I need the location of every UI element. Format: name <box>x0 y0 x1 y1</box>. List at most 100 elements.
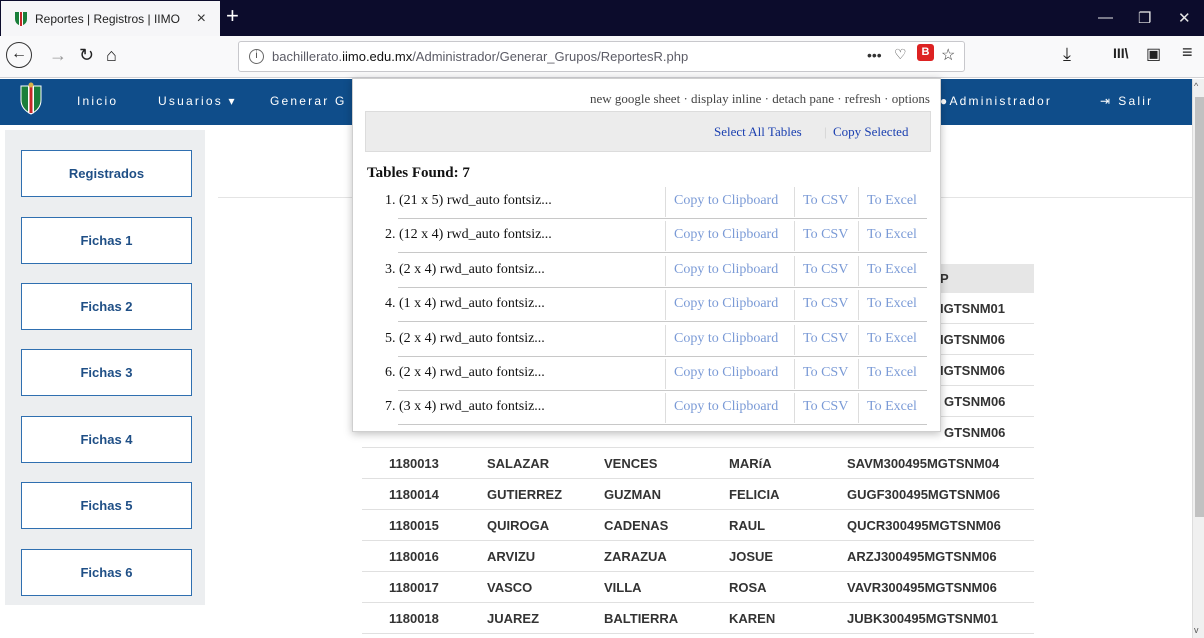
tab-close-icon[interactable]: × <box>197 10 206 28</box>
reload-icon[interactable]: ↻ <box>79 45 94 66</box>
table-header-partial: P <box>940 271 949 286</box>
home-icon[interactable]: ⌂ <box>106 45 117 66</box>
sidebar-button-fichas-1[interactable]: Fichas 1 <box>21 217 192 264</box>
menu-icon[interactable]: ≡ <box>1182 42 1193 63</box>
scroll-up-icon[interactable]: ^ <box>1194 81 1198 91</box>
to-csv-link[interactable]: To CSV <box>803 365 848 381</box>
to-excel-link[interactable]: To Excel <box>867 227 917 243</box>
nav-administrador[interactable]: ●Administrador <box>940 94 1052 108</box>
separator <box>794 255 795 286</box>
browser-navbar: ← → ↻ ⌂ i bachillerato. iimo.edu.mx/Admin… <box>0 36 1204 78</box>
popup-top-links[interactable]: new google sheet · display inline · deta… <box>590 91 930 107</box>
copy-selected-link[interactable]: Copy Selected <box>833 124 908 140</box>
page-actions-icon[interactable]: ••• <box>867 47 882 63</box>
tab-title: Reportes | Registros | IIMO <box>35 11 180 26</box>
logout-icon: ⇥ <box>1100 94 1113 108</box>
site-info-icon[interactable]: i <box>249 49 264 64</box>
nav-salir[interactable]: ⇥ Salir <box>1100 94 1153 108</box>
url-bar[interactable]: i bachillerato. iimo.edu.mx/Administrador… <box>238 41 965 72</box>
to-excel-link[interactable]: To Excel <box>867 331 917 347</box>
browser-titlebar: Reportes | Registros | IIMO × + — ❐ ✕ <box>0 0 1204 36</box>
table-cell: SAVM300495MGTSNM04 <box>847 456 1000 471</box>
sidebar-button-fichas-3[interactable]: Fichas 3 <box>21 349 192 396</box>
bookmark-star-icon[interactable]: ☆ <box>941 45 955 65</box>
nav-inicio[interactable]: Inicio <box>77 94 118 108</box>
library-icon[interactable]: III\ <box>1113 45 1129 61</box>
copy-to-clipboard-link[interactable]: Copy to Clipboard <box>674 227 778 243</box>
table-cell: KAREN <box>729 611 776 626</box>
popup-table-row: 1. (21 x 5) rwd_auto fontsiz... Copy to C… <box>385 185 927 219</box>
url-path: /Administrador/Generar_Grupos/ReportesR.… <box>412 49 689 64</box>
table-capture-extension-icon[interactable]: B <box>917 44 934 61</box>
sidebar-button-fichas-6[interactable]: Fichas 6 <box>21 549 192 596</box>
downloads-icon[interactable]: ⤓ <box>1063 44 1071 65</box>
forward-icon[interactable]: → <box>49 45 67 66</box>
copy-to-clipboard-link[interactable]: Copy to Clipboard <box>674 296 778 312</box>
copy-to-clipboard-link[interactable]: Copy to Clipboard <box>674 365 778 381</box>
table-cell: ARVIZU <box>487 549 536 564</box>
popup-table-row: 7. (3 x 4) rwd_auto fontsiz... Copy to Cl… <box>385 391 927 426</box>
nav-usuarios[interactable]: Usuarios ▾ <box>158 94 237 108</box>
window-close-icon[interactable]: ✕ <box>1178 9 1191 27</box>
sidebar-button-fichas-5[interactable]: Fichas 5 <box>21 482 192 529</box>
to-excel-link[interactable]: To Excel <box>867 296 917 312</box>
popup-table-row: 5. (2 x 4) rwd_auto fontsiz... Copy to Cl… <box>385 323 927 357</box>
school-logo-icon[interactable] <box>19 82 43 116</box>
separator <box>794 393 795 424</box>
pocket-icon[interactable]: ♡ <box>894 46 907 63</box>
separator <box>665 221 666 252</box>
new-tab-button[interactable]: + <box>226 5 239 27</box>
table-cell: JOSUE <box>729 549 774 564</box>
copy-to-clipboard-link[interactable]: Copy to Clipboard <box>674 193 778 209</box>
back-icon[interactable]: ← <box>6 42 32 68</box>
to-excel-link[interactable]: To Excel <box>867 262 917 278</box>
restore-icon[interactable]: ❐ <box>1138 9 1151 27</box>
popup-toolbar: Select All Tables | Copy Selected <box>365 111 931 152</box>
table-cell: 1180016 <box>389 549 439 564</box>
separator <box>665 393 666 424</box>
sidebar-button-registrados[interactable]: Registrados <box>21 150 192 197</box>
to-excel-link[interactable]: To Excel <box>867 365 917 381</box>
sidebar-button-fichas-2[interactable]: Fichas 2 <box>21 283 192 330</box>
sidebar-button-fichas-4[interactable]: Fichas 4 <box>21 416 192 463</box>
to-csv-link[interactable]: To CSV <box>803 262 848 278</box>
to-csv-link[interactable]: To CSV <box>803 227 848 243</box>
separator <box>794 187 795 217</box>
scroll-down-icon[interactable]: v <box>1194 625 1199 635</box>
table-cell: IGTSNM01 <box>940 301 1006 316</box>
to-excel-link[interactable]: To Excel <box>867 399 917 415</box>
popup-table-label: 7. (3 x 4) rwd_auto fontsiz... <box>385 399 545 415</box>
select-all-tables-link[interactable]: Select All Tables <box>714 124 802 140</box>
url-domain: iimo.edu.mx <box>342 49 413 64</box>
to-csv-link[interactable]: To CSV <box>803 331 848 347</box>
table-cell: ARZJ300495MGTSNM06 <box>847 549 997 564</box>
to-csv-link[interactable]: To CSV <box>803 296 848 312</box>
table-row: 1180016 ARVIZU ZARAZUA JOSUE ARZJ300495MGTSN… <box>362 541 1034 572</box>
nav-generar-grupos[interactable]: Generar G <box>270 94 347 108</box>
popup-table-label: 6. (2 x 4) rwd_auto fontsiz... <box>385 365 545 380</box>
copy-to-clipboard-link[interactable]: Copy to Clipboard <box>674 399 778 415</box>
copy-to-clipboard-link[interactable]: Copy to Clipboard <box>674 331 778 347</box>
table-cell: JUBK300495MGTSNM01 <box>847 611 999 626</box>
table-cell: VASCO <box>487 580 533 595</box>
table-cell: CADENAS <box>604 518 669 533</box>
to-csv-link[interactable]: To CSV <box>803 193 848 209</box>
page-scrollbar[interactable]: ^ v <box>1192 79 1204 638</box>
popup-table-label: 3. (2 x 4) rwd_auto fontsiz... <box>385 261 545 277</box>
table-cell: 1180018 <box>389 611 439 626</box>
table-cell: VAVR300495MGTSNM06 <box>847 580 997 595</box>
table-cell: GTSNM06 <box>944 394 1006 409</box>
scrollbar-thumb[interactable] <box>1195 97 1204 517</box>
separator <box>794 290 795 321</box>
table-cell: VENCES <box>604 456 658 471</box>
popup-table-row: 3. (2 x 4) rwd_auto fontsiz... Copy to Cl… <box>385 254 927 288</box>
separator <box>858 221 859 252</box>
popup-table-label: 2. (12 x 4) rwd_auto fontsiz... <box>385 227 552 243</box>
minimize-icon[interactable]: — <box>1098 9 1113 26</box>
copy-to-clipboard-link[interactable]: Copy to Clipboard <box>674 262 778 278</box>
table-cell: ROSA <box>729 580 767 595</box>
to-csv-link[interactable]: To CSV <box>803 399 848 415</box>
browser-tab[interactable]: Reportes | Registros | IIMO × <box>1 1 220 36</box>
sidebar-toggle-icon[interactable]: ▣ <box>1146 44 1161 64</box>
to-excel-link[interactable]: To Excel <box>867 193 917 209</box>
